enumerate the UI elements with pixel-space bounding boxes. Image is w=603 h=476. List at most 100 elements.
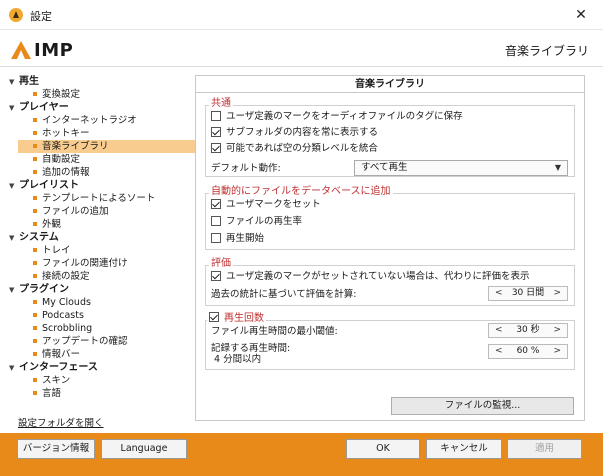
collapse-triangle-icon: ▼ [9,78,15,86]
tree-item-conversion[interactable]: 変換設定 [33,88,185,101]
tree-item-auto-settings[interactable]: 自動設定 [33,153,185,166]
bullet-icon [33,208,37,213]
bottom-bar: バージョン情報 Language OK キャンセル 適用 [0,433,603,476]
checkbox-checked-icon [211,270,221,281]
bullet-icon [33,247,37,252]
bullet-icon [33,338,37,343]
bullet-icon [33,260,37,265]
logo-triangle-icon [11,41,33,59]
increment-icon[interactable]: > [553,324,561,337]
tree-item-file-association[interactable]: ファイルの関連付け [33,257,185,270]
ok-button[interactable]: OK [346,439,420,459]
bullet-icon [33,221,37,226]
watch-files-button[interactable]: ファイルの監視... [391,397,574,415]
header: IMP 音楽ライブラリ [0,31,603,67]
tree-item-template-sort[interactable]: テンプレートによるソート [33,192,185,205]
checkbox-icon [211,232,221,243]
bullet-icon [33,325,37,330]
default-action-label: デフォルト動作: [211,163,281,174]
bullet-icon [33,195,37,200]
language-button[interactable]: Language [101,439,187,459]
bullet-icon [33,117,37,122]
checkbox-icon [211,215,221,226]
open-settings-folder-link[interactable]: 設定フォルダを開く [18,415,104,429]
tree-category-plugins[interactable]: ▼ プラグイン [9,283,69,296]
group-auto-add-legend: 自動的にファイルをデータベースに追加 [209,186,393,198]
save-marks-to-tags-checkbox[interactable]: ユーザ定義のマークをオーディオファイルのタグに保存 [211,110,463,123]
window-title: 設定 [30,10,52,23]
file-play-rate-checkbox[interactable]: ファイルの再生率 [211,215,302,228]
tree-item-update-check[interactable]: アップデートの確認 [33,335,185,348]
show-subfolder-contents-checkbox[interactable]: サブフォルダの内容を常に表示する [211,126,378,139]
play-start-checkbox[interactable]: 再生開始 [211,232,264,245]
tree-item-tray[interactable]: トレイ [33,244,185,257]
min-threshold-label: ファイル再生時間の最小閾値: [211,326,338,337]
increment-icon[interactable]: > [553,287,561,300]
bullet-icon [33,169,37,174]
min-threshold-spinner[interactable]: <30 秒 > [488,323,568,338]
tree-category-interface[interactable]: ▼ インターフェース [9,361,98,374]
app-icon [9,8,23,22]
collapse-triangle-icon: ▼ [9,364,15,372]
checkbox-checked-icon [211,198,221,209]
version-info-button[interactable]: バージョン情報 [17,439,95,459]
title-bar: 設定 ✕ [0,0,603,30]
record-time-spinner[interactable]: <60 % > [488,344,568,359]
tree-item-music-library[interactable]: 音楽ライブラリ [18,140,195,153]
tree-item-scrobbling[interactable]: Scrobbling [33,322,185,335]
bullet-icon [33,390,37,395]
collapse-triangle-icon: ▼ [9,234,15,242]
merge-empty-levels-checkbox[interactable]: 可能であれば空の分類レベルを統合 [211,142,378,155]
tree-item-additional-info[interactable]: 追加の情報 [33,166,185,179]
tree-item-info-bar[interactable]: 情報バー [33,348,185,361]
record-time-sub: 4 分間以内 [214,354,262,365]
bullet-icon [33,273,37,278]
music-library-panel: 音楽ライブラリ 共通 ユーザ定義のマークをオーディオファイルのタグに保存 サブフ… [195,75,585,421]
tree-item-skins[interactable]: スキン [33,374,185,387]
collapse-triangle-icon: ▼ [9,286,15,294]
apply-button[interactable]: 適用 [507,439,582,459]
stats-period-label: 過去の統計に基づいて評価を計算: [211,289,357,300]
bullet-icon [33,156,37,161]
play-count-checkbox[interactable]: 再生回数 [207,312,266,325]
bullet-icon [33,377,37,382]
increment-icon[interactable]: > [553,345,561,358]
tree-category-system[interactable]: ▼ システム [9,231,59,244]
tree-category-playlist[interactable]: ▼ プレイリスト [9,179,79,192]
bullet-icon [33,143,37,148]
checkbox-icon [211,110,221,121]
collapse-triangle-icon: ▼ [9,182,15,190]
tree-item-podcasts[interactable]: Podcasts [33,309,185,322]
group-rating-legend: 評価 [209,258,233,270]
tree-item-internet-radio[interactable]: インターネットラジオ [33,114,185,127]
tree-item-connection[interactable]: 接続の設定 [33,270,185,283]
bullet-icon [33,351,37,356]
checkbox-checked-icon [209,312,219,322]
bullet-icon [33,312,37,317]
tree-item-add-files[interactable]: ファイルの追加 [33,205,185,218]
collapse-triangle-icon: ▼ [9,104,15,112]
page-title: 音楽ライブラリ [504,44,589,58]
checkbox-checked-icon [211,126,221,137]
bullet-icon [33,299,37,304]
panel-title: 音楽ライブラリ [196,76,584,93]
close-icon[interactable]: ✕ [568,5,594,25]
chevron-down-icon: ▼ [554,163,561,172]
show-rating-instead-checkbox[interactable]: ユーザ定義のマークがセットされていない場合は、代わりに評価を表示 [211,270,530,283]
default-action-select[interactable]: すべて再生 ▼ [354,160,568,176]
cancel-button[interactable]: キャンセル [426,439,502,459]
tree-item-my-clouds[interactable]: My Clouds [33,296,185,309]
settings-tree: ▼ 再生 変換設定 ▼ プレイヤー インターネットラジオ ホットキー 音楽ライブラリ… [9,70,195,430]
logo-text: IMP [34,39,74,61]
checkbox-checked-icon [211,142,221,153]
aimp-logo: IMP [11,39,74,61]
tree-category-playback[interactable]: ▼ 再生 [9,75,39,88]
tree-item-appearance[interactable]: 外観 [33,218,185,231]
tree-category-player[interactable]: ▼ プレイヤー [9,101,69,114]
group-general-legend: 共通 [209,98,233,110]
tree-item-language[interactable]: 言語 [33,387,185,400]
set-user-mark-checkbox[interactable]: ユーザマークをセット [211,198,321,211]
tree-item-hotkeys[interactable]: ホットキー [33,127,185,140]
bullet-icon [33,91,37,96]
stats-period-spinner[interactable]: <30 日間 > [488,286,568,301]
